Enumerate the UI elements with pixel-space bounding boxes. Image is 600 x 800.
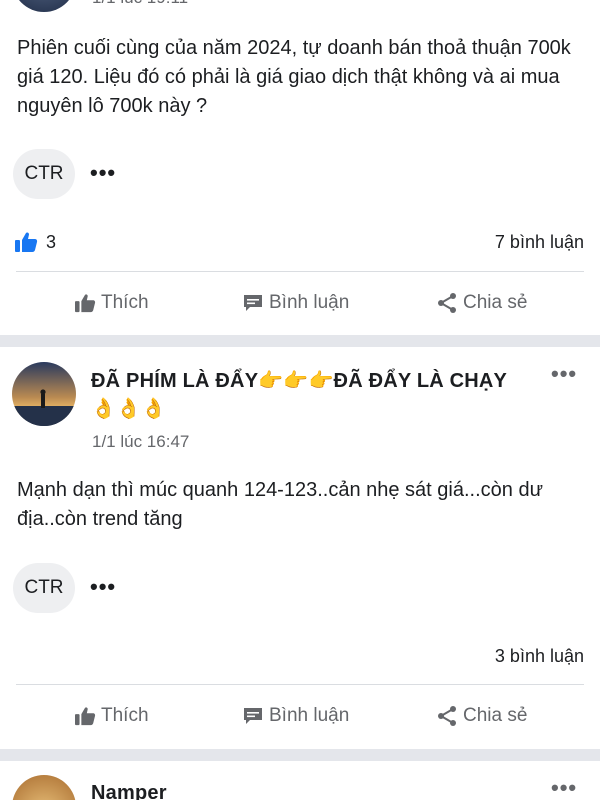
like-button[interactable]: Thích (74, 292, 149, 314)
comment-count[interactable]: 7 bình luận (495, 232, 584, 253)
tag-chip[interactable]: CTR (13, 563, 75, 613)
comment-count[interactable]: 3 bình luận (495, 646, 584, 667)
separator (16, 684, 584, 685)
like-button[interactable]: Thích (74, 705, 149, 727)
post-timestamp[interactable]: 1/1 lúc 19:11 (92, 0, 188, 8)
comment-icon (244, 295, 262, 311)
post-card: 1/1 lúc 19:11 Phiên cuối cùng của năm 20… (0, 0, 600, 335)
share-label: Chia sẻ (463, 705, 528, 726)
post-divider (0, 749, 600, 761)
share-label: Chia sẻ (463, 292, 528, 313)
share-icon (438, 293, 456, 313)
share-button[interactable]: Chia sẻ (436, 705, 527, 727)
share-icon (438, 706, 456, 726)
comment-button[interactable]: Bình luận (242, 705, 349, 727)
more-options-button[interactable]: ••• (551, 361, 577, 387)
author-name[interactable]: Namper (91, 779, 167, 800)
like-label: Thích (101, 292, 149, 313)
like-label: Thích (101, 705, 149, 726)
post-timestamp[interactable]: 1/1 lúc 16:47 (92, 432, 189, 452)
post-text: Mạnh dạn thì múc quanh 124-123..cản nhẹ … (17, 479, 543, 530)
thumbs-up-icon (75, 294, 96, 313)
comment-icon (244, 708, 262, 724)
thumbs-up-icon (75, 707, 96, 726)
post-card: ĐÃ PHÍM LÀ ĐẨY👉👉👉ĐÃ ĐẨY LÀ CHẠY👌👌👌 ••• 1… (0, 347, 600, 749)
avatar[interactable] (12, 775, 76, 800)
author-name[interactable]: ĐÃ PHÍM LÀ ĐẨY👉👉👉ĐÃ ĐẨY LÀ CHẠY👌👌👌 (91, 367, 531, 423)
comment-label: Bình luận (269, 292, 350, 313)
more-tags-button[interactable]: ••• (90, 160, 116, 186)
post-divider (0, 335, 600, 347)
comment-button[interactable]: Bình luận (242, 292, 349, 314)
share-button[interactable]: Chia sẻ (436, 292, 527, 314)
more-options-button[interactable]: ••• (551, 775, 577, 800)
separator (16, 271, 584, 272)
avatar[interactable] (12, 0, 76, 12)
post-text: Phiên cuối cùng của năm 2024, tự doanh b… (17, 37, 571, 117)
comment-label: Bình luận (269, 705, 350, 726)
avatar[interactable] (12, 362, 76, 426)
reaction-count[interactable]: 3 (46, 232, 56, 253)
tag-chip[interactable]: CTR (13, 149, 75, 199)
more-tags-button[interactable]: ••• (90, 574, 116, 600)
like-reaction-icon (14, 231, 38, 258)
post-card: Namper ••• (0, 761, 600, 800)
